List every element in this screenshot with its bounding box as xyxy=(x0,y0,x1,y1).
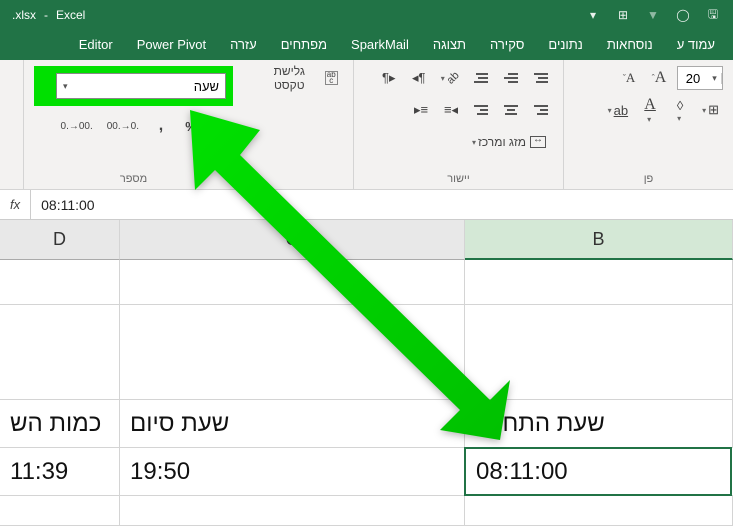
currency-icon xyxy=(220,118,228,134)
tab-developer[interactable]: מפתחים xyxy=(269,30,339,60)
borders-button[interactable]: ⊞▾ xyxy=(698,98,723,122)
group-font: ▾ 20 Aˆ Aˇ ⊞▾ ◊▾ A▾ ab▾ פן xyxy=(563,60,733,189)
wrap-icon: abc xyxy=(325,71,338,85)
rtl-button[interactable]: ¶◂ xyxy=(407,66,431,90)
spreadsheet-grid: D C B כמות הש שעת סיום שעת התחלה 11:39 1… xyxy=(0,220,733,526)
align-top-button[interactable] xyxy=(529,66,553,90)
group-number: שעה ▾ ▾ % , .0→.00 .00→.0 מספר xyxy=(23,60,243,189)
cell-data-C[interactable]: 19:50 xyxy=(120,448,465,495)
tab-powerpivot[interactable]: Power Pivot xyxy=(125,30,218,60)
comma-format-button[interactable]: , xyxy=(149,114,173,138)
formula-value[interactable]: 08:11:00 xyxy=(31,197,104,213)
cell[interactable] xyxy=(0,305,120,399)
ribbon-tabs: עמוד ע נוסחאות נתונים סקירה תצוגה SparkM… xyxy=(0,30,733,60)
orientation-icon: ab xyxy=(444,69,461,86)
col-header-D[interactable]: D xyxy=(0,220,120,260)
number-format-value: שעה xyxy=(194,79,219,94)
cell[interactable] xyxy=(120,305,465,399)
dropdown-icon[interactable]: ▾ xyxy=(585,7,601,23)
tab-page[interactable]: עמוד ע xyxy=(665,30,727,60)
decrease-font-button[interactable]: Aˇ xyxy=(617,66,641,90)
cell-header-B[interactable]: שעת התחלה xyxy=(465,400,733,447)
cell-header-D[interactable]: כמות הש xyxy=(0,400,120,447)
group-label-font: פן xyxy=(574,171,723,187)
font-color-button[interactable]: A▾ xyxy=(638,98,662,122)
grid-row xyxy=(0,305,733,400)
chevron-down-icon[interactable]: ▾ xyxy=(708,73,722,84)
group-alignment: ab▾ ¶◂ ▸¶ ◂≡ ≡▸ מזג ומרכז▾ יישור xyxy=(353,60,563,189)
title-bar: .xlsx - Excel ▾ ⊞ ▼ ◯ 🖫 xyxy=(0,0,733,30)
grid-row xyxy=(0,496,733,526)
cell[interactable] xyxy=(465,260,733,304)
grid-icon[interactable]: ⊞ xyxy=(615,7,631,23)
decrease-decimal-button[interactable]: .00→.0 xyxy=(57,114,97,138)
cell[interactable] xyxy=(120,260,465,304)
group-wrap: abcגלישת טקסט xyxy=(243,60,353,189)
number-format-select[interactable]: שעה ▾ xyxy=(56,73,226,99)
grid-row xyxy=(0,260,733,305)
accounting-format-button[interactable]: ▾ xyxy=(209,114,233,138)
grid-row-data: 11:39 19:50 08:11:00 xyxy=(0,448,733,496)
number-format-highlight: שעה ▾ xyxy=(34,66,233,106)
merge-icon xyxy=(530,136,546,148)
align-center-button[interactable] xyxy=(499,98,523,122)
filter-icon[interactable]: ▼ xyxy=(645,7,661,23)
cell[interactable] xyxy=(120,496,465,525)
group-label-alignment: יישור xyxy=(364,171,553,187)
increase-decimal-button[interactable]: .0→.00 xyxy=(103,114,143,138)
tab-review[interactable]: סקירה xyxy=(478,30,536,60)
tab-help[interactable]: עזרה xyxy=(218,30,269,60)
tab-data[interactable]: נתונים xyxy=(536,30,594,60)
cell[interactable] xyxy=(0,260,120,304)
align-right-button[interactable] xyxy=(529,98,553,122)
ltr-button[interactable]: ▸¶ xyxy=(377,66,401,90)
decrease-indent-button[interactable]: ◂≡ xyxy=(439,98,463,122)
circle-icon[interactable]: ◯ xyxy=(675,7,691,23)
font-size-input[interactable]: ▾ 20 xyxy=(677,66,723,90)
cell[interactable] xyxy=(465,305,733,399)
tab-view[interactable]: תצוגה xyxy=(421,30,478,60)
file-name: .xlsx xyxy=(12,8,36,22)
cell[interactable] xyxy=(465,496,733,525)
percent-format-button[interactable]: % xyxy=(179,114,203,138)
chevron-down-icon[interactable]: ▾ xyxy=(63,81,68,92)
column-headers: D C B xyxy=(0,220,733,260)
cell[interactable] xyxy=(0,496,120,525)
col-header-B[interactable]: B xyxy=(465,220,733,260)
save-icon[interactable]: 🖫 xyxy=(705,7,721,23)
orientation-button[interactable]: ab▾ xyxy=(437,66,463,90)
formula-bar: fx 08:11:00 xyxy=(0,190,733,220)
align-middle-button[interactable] xyxy=(499,66,523,90)
cell-header-C[interactable]: שעת סיום xyxy=(120,400,465,447)
fill-color-button[interactable]: ◊▾ xyxy=(668,98,692,122)
increase-font-button[interactable]: Aˆ xyxy=(647,66,671,90)
underline-button[interactable]: ab▾ xyxy=(604,98,632,122)
ribbon: ▾ 20 Aˆ Aˇ ⊞▾ ◊▾ A▾ ab▾ פן ab▾ ¶◂ xyxy=(0,60,733,190)
app-name: Excel xyxy=(56,8,85,22)
tab-formulas[interactable]: נוסחאות xyxy=(595,30,665,60)
col-header-C[interactable]: C xyxy=(120,220,465,260)
align-left-button[interactable] xyxy=(469,98,493,122)
align-bottom-button[interactable] xyxy=(469,66,493,90)
tab-editor[interactable]: Editor xyxy=(67,30,125,60)
wrap-text-button[interactable]: abcגלישת טקסט xyxy=(253,66,343,90)
merge-center-button[interactable]: מזג ומרכז▾ xyxy=(465,130,553,154)
tab-sparkmail[interactable]: SparkMail xyxy=(339,30,421,60)
grid-row-headers: כמות הש שעת סיום שעת התחלה xyxy=(0,400,733,448)
fx-label[interactable]: fx xyxy=(0,190,31,219)
bucket-icon: ◊ xyxy=(677,98,683,113)
increase-indent-button[interactable]: ≡▸ xyxy=(409,98,433,122)
group-label-number: מספר xyxy=(34,171,233,187)
cell-data-B-selected[interactable]: 08:11:00 xyxy=(464,447,732,496)
cell-data-D[interactable]: 11:39 xyxy=(0,448,120,495)
